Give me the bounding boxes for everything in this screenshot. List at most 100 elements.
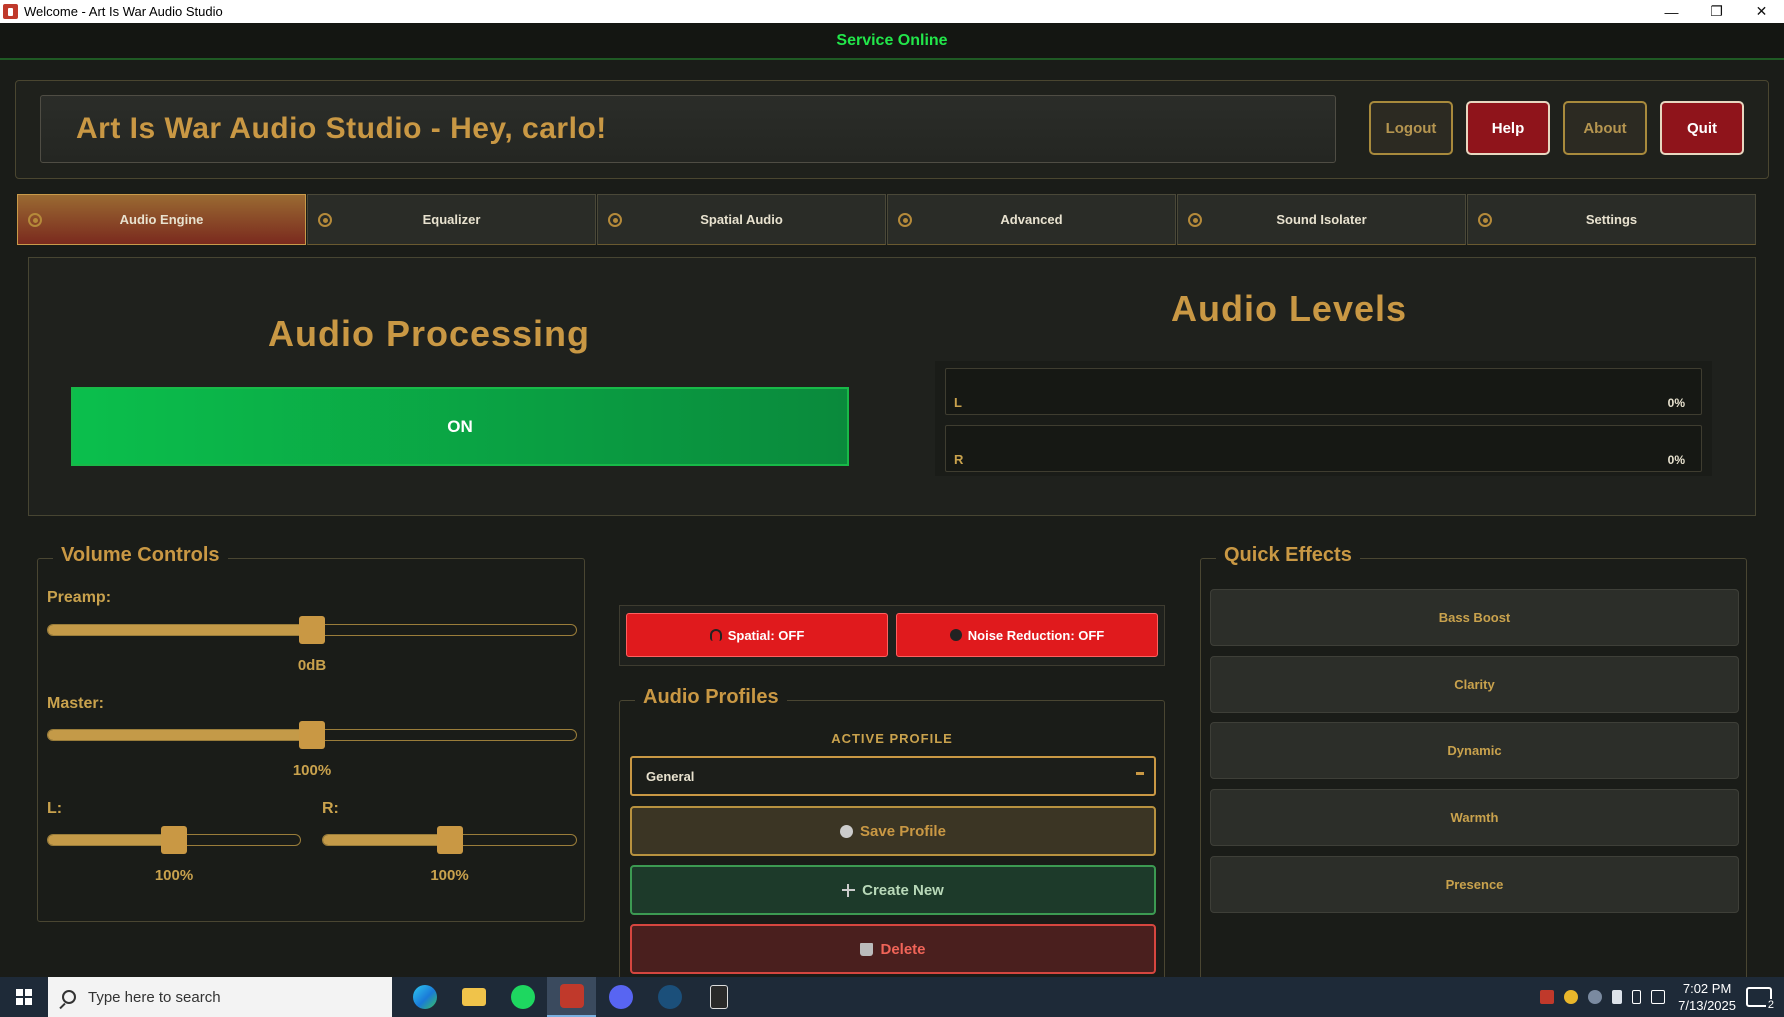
slider-fill (48, 835, 174, 845)
channel-label: L (954, 395, 962, 410)
clarity-button[interactable]: Clarity (1210, 656, 1739, 713)
save-profile-button[interactable]: Save Profile (630, 806, 1156, 856)
profile-select[interactable]: General (630, 756, 1156, 796)
audio-studio-app[interactable] (547, 977, 596, 1017)
trash-icon (860, 942, 874, 956)
slider-fill (48, 625, 312, 635)
page-title: Art Is War Audio Studio - Hey, carlo! (76, 112, 607, 145)
logout-button[interactable]: Logout (1369, 101, 1453, 155)
volume-icon[interactable] (1612, 990, 1623, 1004)
noise-icon (949, 629, 962, 641)
tray-app-icon[interactable] (1540, 990, 1555, 1004)
tab-equalizer[interactable]: Equalizer (307, 194, 596, 245)
discord-app[interactable] (596, 977, 645, 1017)
quit-button[interactable]: Quit (1660, 101, 1744, 155)
tab-spatial-audio[interactable]: Spatial Audio (597, 194, 886, 245)
right-balance-slider[interactable] (322, 826, 577, 854)
epic-games-app[interactable] (694, 977, 743, 1017)
tab-settings[interactable]: Settings (1467, 194, 1756, 245)
tab-sound-isolater[interactable]: Sound Isolater (1177, 194, 1466, 245)
channel-label: R (954, 452, 964, 467)
edge-app[interactable] (400, 977, 449, 1017)
audio-profiles-panel: Audio Profiles ACTIVE PROFILE General Sa… (619, 686, 1165, 982)
search-placeholder: Type here to search (88, 988, 221, 1006)
spatial-toggle-label: Spatial: OFF (727, 627, 805, 643)
master-label: Master: (47, 695, 104, 712)
steam-app[interactable] (645, 977, 694, 1017)
start-button[interactable] (0, 977, 48, 1017)
slider-thumb[interactable] (299, 721, 325, 749)
file-explorer-app[interactable] (449, 977, 498, 1017)
close-button[interactable]: ✕ (1739, 0, 1784, 23)
network-icon[interactable] (1651, 990, 1666, 1004)
search-icon (62, 990, 76, 1004)
audio-engine-panel: Audio Processing ON Audio Levels L 0% R … (28, 257, 1756, 516)
battery-icon[interactable] (1632, 990, 1642, 1004)
spotify-icon (510, 985, 535, 1009)
processing-toggle-button[interactable]: ON (71, 387, 849, 466)
help-button[interactable]: Help (1466, 101, 1550, 155)
tab-label: Spatial Audio (700, 212, 783, 227)
tab-advanced[interactable]: Advanced (887, 194, 1176, 245)
restore-button[interactable]: ❐ (1694, 0, 1739, 23)
headphones-icon (709, 629, 722, 641)
notification-count: 2 (1765, 999, 1776, 1011)
dynamic-button[interactable]: Dynamic (1210, 722, 1739, 779)
about-button[interactable]: About (1563, 101, 1647, 155)
feature-toggles: Spatial: OFF Noise Reduction: OFF (619, 605, 1165, 666)
taskbar-apps (400, 977, 743, 1017)
radio-icon (28, 213, 42, 227)
preamp-label: Preamp: (47, 589, 112, 606)
quick-effects-title: Quick Effects (1216, 544, 1360, 567)
warmth-button[interactable]: Warmth (1210, 789, 1739, 846)
plus-icon (842, 883, 856, 897)
taskbar: Type here to search 7:02 PM 7/13/2025 2 (0, 977, 1784, 1017)
left-balance-value: 100% (154, 867, 194, 884)
active-profile-label: ACTIVE PROFILE (831, 731, 953, 746)
delete-profile-button[interactable]: Delete (630, 924, 1156, 974)
epic-games-icon (709, 985, 728, 1009)
tray-network-status-icon[interactable] (1588, 990, 1603, 1004)
service-status-text: Service Online (836, 31, 948, 49)
radio-icon (1188, 213, 1202, 227)
create-profile-button[interactable]: Create New (630, 865, 1156, 915)
slider-thumb[interactable] (436, 826, 463, 854)
tab-audio-engine[interactable]: Audio Engine (17, 194, 306, 245)
notification-center-button[interactable]: 2 (1746, 987, 1776, 1011)
edge-icon (412, 985, 437, 1009)
audio-levels-title: Audio Levels (1170, 288, 1408, 329)
taskbar-search[interactable]: Type here to search (48, 977, 392, 1017)
audio-processing-title: Audio Processing (267, 313, 591, 354)
audio-level-meters: L 0% R 0% (935, 361, 1712, 476)
discord-icon (608, 985, 633, 1009)
header: Art Is War Audio Studio - Hey, carlo! Lo… (15, 80, 1769, 179)
master-value: 100% (292, 762, 332, 779)
window-titlebar: Welcome - Art Is War Audio Studio — ❐ ✕ (0, 0, 1784, 23)
master-slider[interactable] (47, 721, 577, 749)
bass-boost-button[interactable]: Bass Boost (1210, 589, 1739, 646)
radio-icon (608, 213, 622, 227)
presence-button[interactable]: Presence (1210, 856, 1739, 913)
audio-profiles-title: Audio Profiles (635, 686, 787, 709)
radio-icon (898, 213, 912, 227)
save-profile-label: Save Profile (860, 822, 946, 840)
minimize-button[interactable]: — (1649, 0, 1694, 23)
noise-reduction-toggle-button[interactable]: Noise Reduction: OFF (896, 613, 1158, 657)
slider-thumb[interactable] (299, 616, 325, 644)
create-profile-label: Create New (862, 881, 944, 899)
preamp-slider[interactable] (47, 616, 577, 644)
volume-controls-title: Volume Controls (53, 544, 228, 567)
right-balance-value: 100% (430, 867, 469, 884)
slider-fill (48, 730, 312, 740)
spotify-app[interactable] (498, 977, 547, 1017)
radio-icon (318, 213, 332, 227)
system-clock[interactable]: 7:02 PM 7/13/2025 (1678, 980, 1736, 1014)
left-balance-slider[interactable] (47, 826, 301, 854)
slider-thumb[interactable] (161, 826, 187, 854)
audio-studio-icon (559, 984, 584, 1008)
spatial-toggle-button[interactable]: Spatial: OFF (626, 613, 888, 657)
steam-icon (657, 985, 682, 1009)
right-balance-label: R: (322, 800, 339, 817)
clock-date: 7/13/2025 (1678, 998, 1736, 1013)
tray-chrome-icon[interactable] (1564, 990, 1579, 1004)
